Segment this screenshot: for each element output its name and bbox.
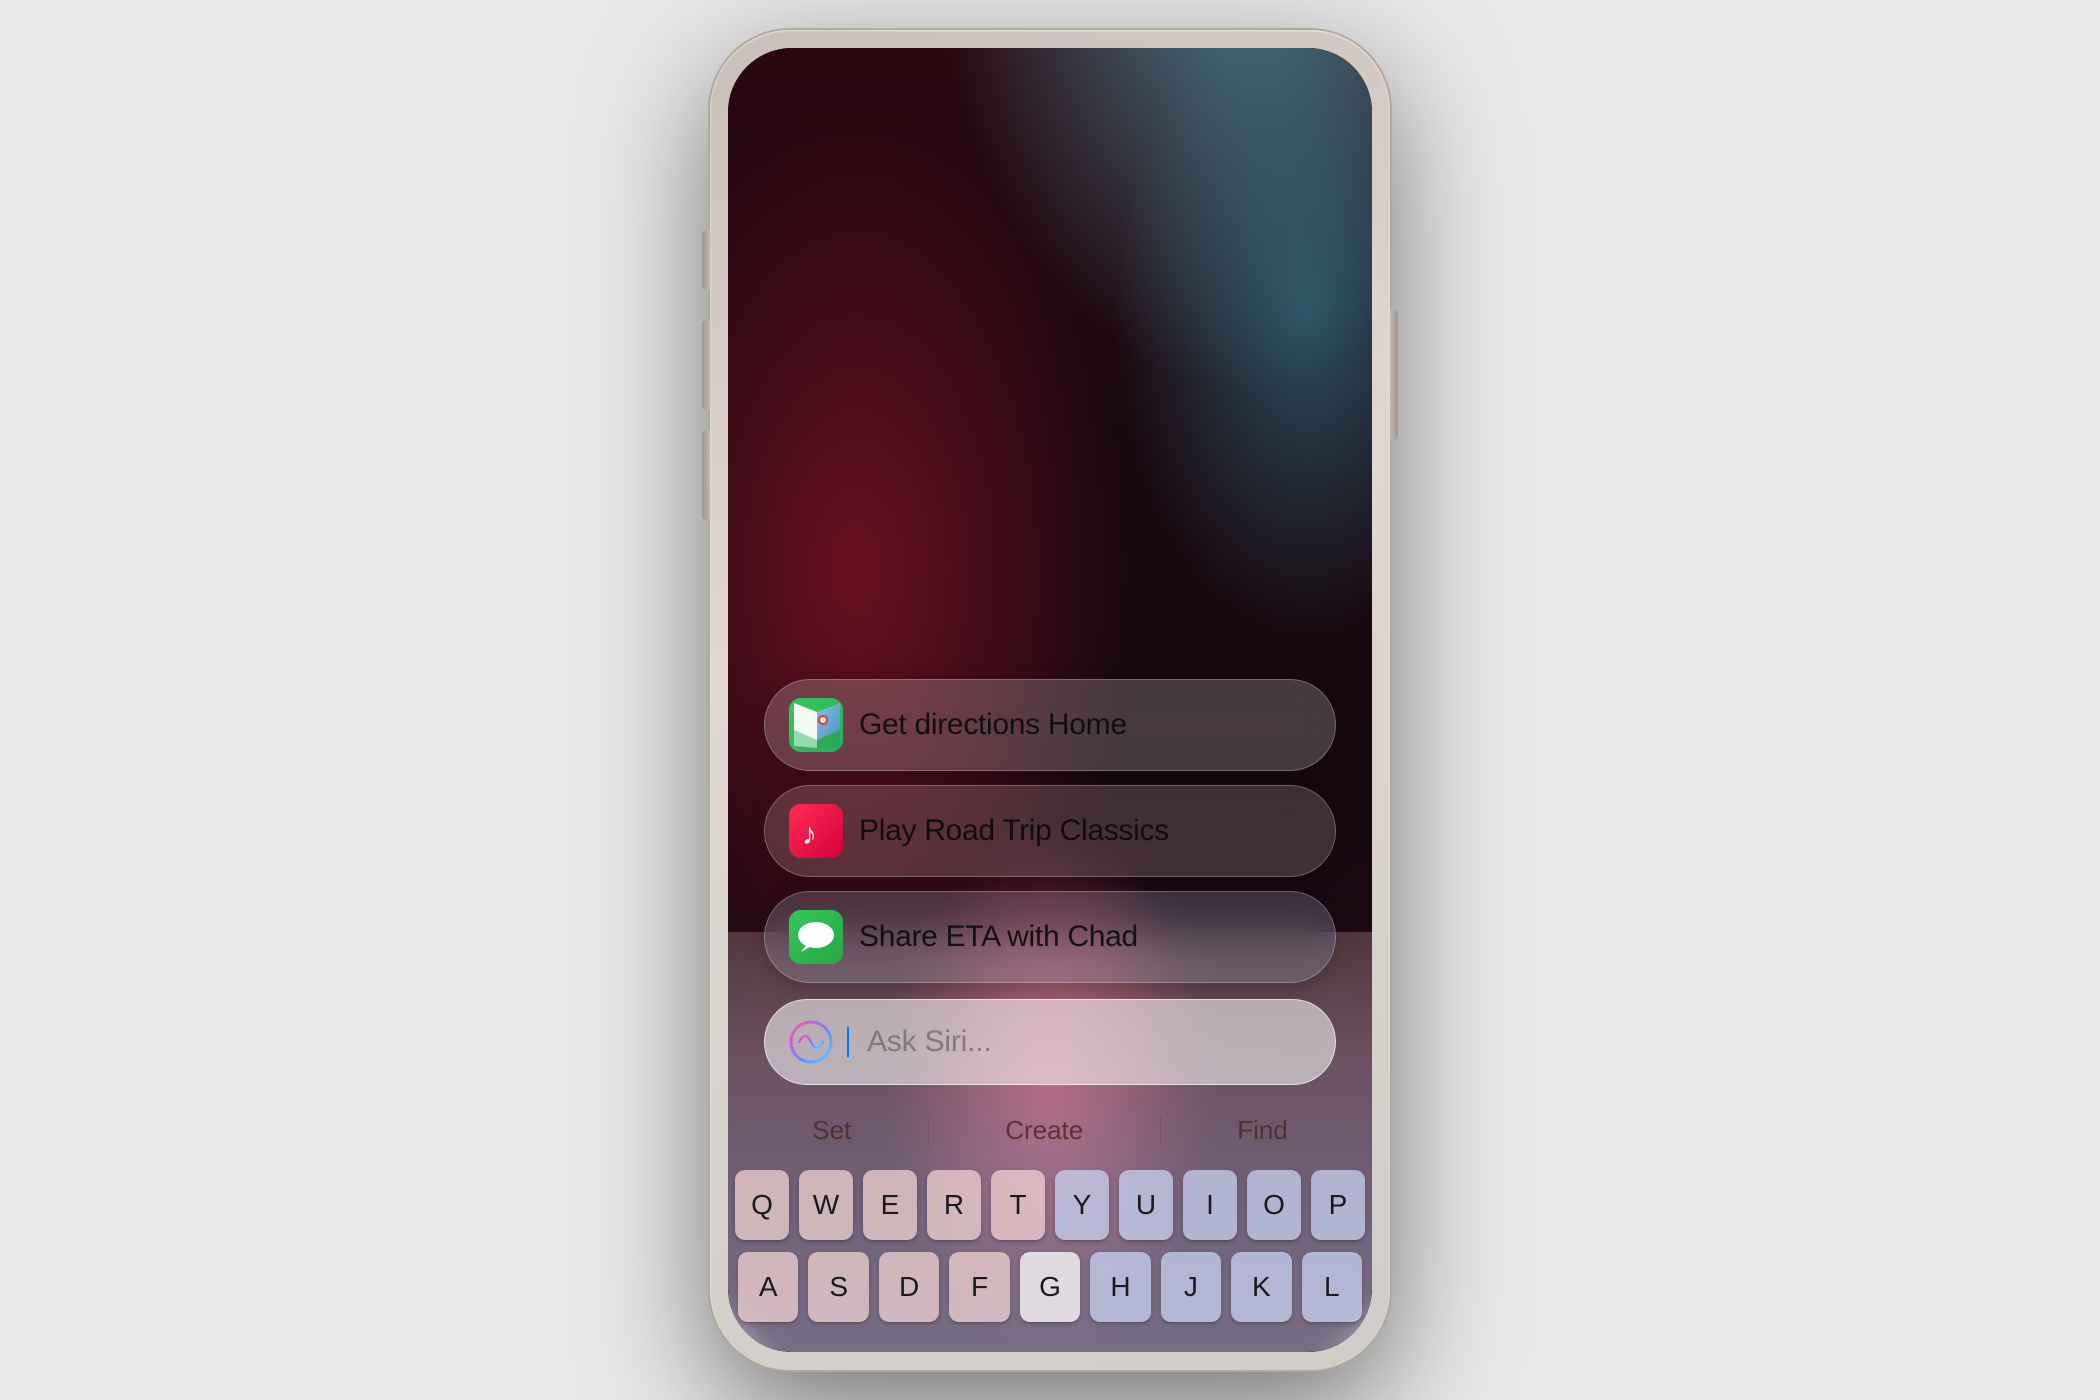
key-y[interactable]: Y (1055, 1170, 1109, 1240)
key-k[interactable]: K (1231, 1252, 1291, 1322)
key-d[interactable]: D (879, 1252, 939, 1322)
key-g[interactable]: G (1020, 1252, 1080, 1322)
divider-2 (1160, 1116, 1161, 1146)
key-q[interactable]: Q (735, 1170, 789, 1240)
volume-up-button[interactable] (702, 320, 710, 410)
key-o[interactable]: O (1247, 1170, 1301, 1240)
key-h[interactable]: H (1090, 1252, 1150, 1322)
key-a[interactable]: A (738, 1252, 798, 1322)
svg-text:♪: ♪ (802, 818, 817, 851)
quick-actions-bar: Set Create Find (728, 1095, 1372, 1166)
volume-down-button[interactable] (702, 430, 710, 520)
ask-siri-bar[interactable]: Ask Siri... (764, 999, 1336, 1085)
key-e[interactable]: E (863, 1170, 917, 1240)
key-j[interactable]: J (1161, 1252, 1221, 1322)
keyboard-row-2: A S D F G H J K L (738, 1252, 1362, 1322)
screen-content: Get directions Home (728, 48, 1372, 1352)
messages-app-icon (789, 910, 843, 964)
quick-action-create[interactable]: Create (985, 1107, 1103, 1154)
suggestion-music[interactable]: ♪ Play Road Trip Classics (764, 785, 1336, 877)
key-i[interactable]: I (1183, 1170, 1237, 1240)
quick-action-set[interactable]: Set (792, 1107, 871, 1154)
music-text: Play Road Trip Classics (859, 814, 1169, 848)
keyboard-row-1: Q W E R T Y U I O P (738, 1170, 1362, 1240)
key-f[interactable]: F (949, 1252, 1009, 1322)
key-s[interactable]: S (808, 1252, 868, 1322)
suggestion-directions[interactable]: Get directions Home (764, 679, 1336, 771)
suggestion-messages[interactable]: Share ETA with Chad (764, 891, 1336, 983)
maps-app-icon (789, 698, 843, 752)
key-u[interactable]: U (1119, 1170, 1173, 1240)
key-w[interactable]: W (799, 1170, 853, 1240)
phone-screen: Get directions Home (728, 48, 1372, 1352)
key-t[interactable]: T (991, 1170, 1045, 1240)
siri-cursor (847, 1027, 849, 1057)
key-p[interactable]: P (1311, 1170, 1365, 1240)
mute-button[interactable] (702, 230, 710, 290)
siri-suggestions: Get directions Home (728, 679, 1372, 983)
divider-1 (928, 1116, 929, 1146)
power-button[interactable] (1390, 310, 1398, 440)
phone-frame: Get directions Home (710, 30, 1390, 1370)
siri-orb-icon (789, 1020, 833, 1064)
siri-placeholder: Ask Siri... (867, 1025, 991, 1059)
quick-action-find[interactable]: Find (1217, 1107, 1308, 1154)
directions-text: Get directions Home (859, 708, 1127, 742)
music-app-icon: ♪ (789, 804, 843, 858)
messages-text: Share ETA with Chad (859, 920, 1138, 954)
key-l[interactable]: L (1302, 1252, 1362, 1322)
key-r[interactable]: R (927, 1170, 981, 1240)
keyboard: Q W E R T Y U I O P A S D F G H (728, 1170, 1372, 1322)
